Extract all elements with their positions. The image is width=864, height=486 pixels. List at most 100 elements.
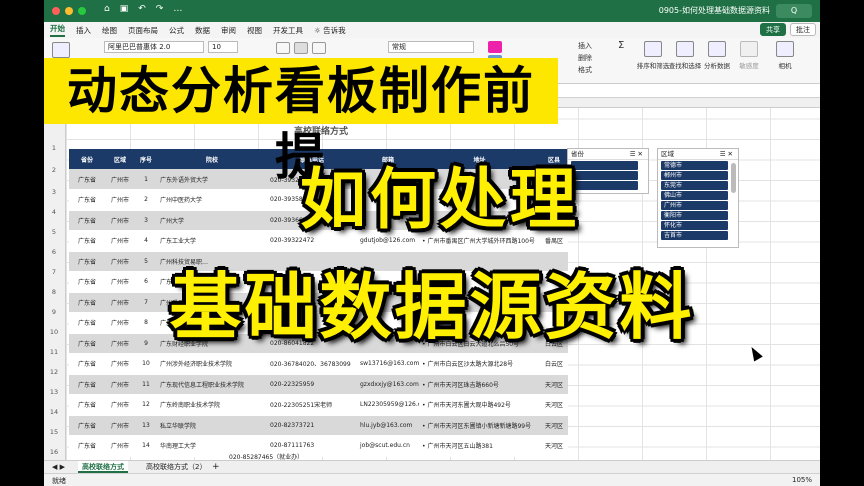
format-cells-button[interactable]: 格式 (578, 65, 592, 75)
tab-home[interactable]: 开始 (50, 23, 65, 37)
more-icon[interactable]: … (173, 4, 182, 14)
number-format-select[interactable]: 常规 (388, 41, 474, 53)
tell-me-label: 告诉我 (323, 25, 346, 35)
tab-developer[interactable]: 开发工具 (273, 25, 303, 36)
table-row[interactable]: 广东省 广州市 10 广州涉外经济职业技术学院 020-36784020、3678309… (69, 353, 568, 375)
window-controls[interactable] (52, 7, 86, 15)
lightbulb-icon: ☼ (314, 25, 324, 35)
sensitivity-icon[interactable] (740, 41, 758, 57)
table-row[interactable]: 广东省 广州市 12 广东岭南职业技术学院 020-22305251宋老师 LN22305… (69, 394, 568, 416)
table-cell[interactable]: 广东省 (69, 435, 105, 457)
sort-filter-icon[interactable] (644, 41, 662, 57)
sheet-nav-icon[interactable]: ◀ ▶ (48, 461, 69, 473)
table-cell[interactable]: 12 (135, 394, 157, 416)
row-number-12: 12 (49, 368, 59, 376)
table-cell[interactable]: 广州市 (105, 394, 135, 416)
table-cell[interactable]: 广东省 (69, 394, 105, 416)
table-cell[interactable]: 广州市 (105, 374, 135, 395)
maximize-icon[interactable] (78, 7, 86, 15)
align-top-icon[interactable] (276, 42, 290, 54)
insert-cells-button[interactable]: 插入 (578, 41, 592, 51)
table-cell[interactable]: 私立华联学院 (157, 415, 267, 436)
quick-access-toolbar: ⌂ ▣ ↶ ↷ … (104, 4, 182, 14)
sheet-tab-bar: ◀ ▶ 高校联络方式 高校联络方式（2） + (44, 460, 820, 473)
row-number-16: 16 (49, 448, 59, 456)
font-name-select[interactable]: 阿里巴巴普惠体 2.0 (104, 41, 204, 53)
table-cell[interactable]: • 广州市天河区五山路381 (419, 435, 540, 457)
tab-review[interactable]: 审阅 (221, 25, 236, 36)
table-cell[interactable]: 广州市 (105, 415, 135, 436)
delete-cells-button[interactable]: 删除 (578, 53, 592, 63)
tab-view[interactable]: 视图 (247, 25, 262, 36)
table-cell[interactable]: 广东现代信息工程职业技术学院 (157, 374, 267, 395)
headline-banner: 动态分析看板制作前提 (44, 58, 558, 186)
overlay-title-line-2: 基础数据源资料 (169, 265, 695, 349)
table-cell[interactable]: 广东省 (69, 374, 105, 395)
save-icon[interactable]: ▣ (120, 4, 129, 14)
align-bottom-icon[interactable] (312, 42, 326, 54)
home-icon[interactable]: ⌂ (104, 4, 110, 14)
table-cell[interactable]: 天河区 (540, 374, 568, 395)
sheet-tab-1[interactable]: 高校联络方式 (78, 461, 128, 473)
table-cell[interactable]: gzxdxxjy@163.com (357, 374, 419, 395)
table-cell[interactable]: sw13716@163.com (357, 353, 419, 375)
table-row[interactable]: 广东省 广州市 13 私立华联学院 020-82373721 hlu.jyb@163.co… (69, 415, 568, 436)
table-cell[interactable]: • 广州市天河东圃大观中路492号 (419, 394, 540, 416)
overlay-title-line-1: 如何处理 (300, 161, 580, 238)
table-cell[interactable]: 天河区 (540, 415, 568, 436)
paste-icon[interactable] (52, 42, 70, 58)
table-row[interactable]: 广东省 广州市 14 华南理工大学 020-87111763 job@scut.edu.c… (69, 435, 568, 457)
undo-icon[interactable]: ↶ (138, 4, 146, 14)
camera-label: 相机 (778, 62, 792, 70)
table-cell[interactable]: 广州市 (105, 435, 135, 457)
table-cell[interactable]: 10 (135, 353, 157, 375)
table-cell[interactable]: 天河区 (540, 435, 568, 457)
tab-formulas[interactable]: 公式 (169, 25, 184, 36)
table-cell[interactable]: 广州涉外经济职业技术学院 (157, 353, 267, 375)
tab-tell-me[interactable]: ☼ 告诉我 (314, 25, 346, 36)
search-icon[interactable]: Q (776, 4, 812, 18)
status-bar: 就绪 105% (44, 473, 820, 486)
table-cell[interactable]: 11 (135, 374, 157, 395)
camera-icon[interactable] (776, 41, 794, 57)
tab-data[interactable]: 数据 (195, 25, 210, 36)
tab-insert[interactable]: 插入 (76, 25, 91, 36)
table-cell[interactable]: 14 (135, 435, 157, 457)
table-cell[interactable]: 020-22305251宋老师 (267, 394, 357, 416)
font-size-select[interactable]: 10 (208, 41, 238, 53)
tab-page-layout[interactable]: 页面布局 (128, 25, 158, 36)
minimize-icon[interactable] (65, 7, 73, 15)
table-cell[interactable]: 白云区 (540, 353, 568, 375)
comment-button[interactable]: 批注 (790, 23, 816, 36)
table-cell[interactable]: 广东省 (69, 415, 105, 436)
align-middle-icon[interactable] (294, 42, 308, 54)
close-icon[interactable] (52, 7, 60, 15)
table-cell[interactable]: 020-82373721 (267, 415, 357, 436)
find-select-icon[interactable] (676, 41, 694, 57)
table-cell[interactable]: hlu.jyb@163.com (357, 415, 419, 436)
table-cell[interactable]: 广东岭南职业技术学院 (157, 394, 267, 416)
sheet-tab-2[interactable]: 高校联络方式（2） (142, 461, 210, 473)
sum-icon[interactable]: Σ (618, 40, 624, 51)
table-cell[interactable]: • 广州市天河区东圃镇小新塘新塘路99号 (419, 415, 540, 436)
conditional-format-icon[interactable] (488, 41, 502, 53)
table-cell[interactable]: 广东省 (69, 353, 105, 375)
row-number-14: 14 (49, 408, 59, 416)
redo-icon[interactable]: ↷ (156, 4, 164, 14)
table-cell[interactable]: 020-36784020、36783099 (267, 353, 357, 375)
table-cell[interactable]: job@scut.edu.cn (357, 435, 419, 457)
share-button[interactable]: 共享 (760, 23, 786, 36)
table-cell[interactable]: 13 (135, 415, 157, 436)
analyze-data-icon[interactable] (708, 41, 726, 57)
table-cell[interactable]: • 广州市白云区沙太路大源北28号 (419, 353, 540, 375)
add-sheet-icon[interactable]: + (208, 461, 224, 473)
table-cell[interactable]: 020-22325959 (267, 374, 357, 395)
table-cell[interactable]: • 广州市天河区珠吉路660号 (419, 374, 540, 395)
table-cell[interactable]: LN22305959@126.com (357, 394, 419, 416)
table-cell[interactable]: 天河区 (540, 394, 568, 416)
zoom-level[interactable]: 105% (792, 476, 812, 484)
row-number-15: 15 (49, 428, 59, 436)
table-cell[interactable]: 广州市 (105, 353, 135, 375)
table-row[interactable]: 广东省 广州市 11 广东现代信息工程职业技术学院 020-22325959 gzxdxx… (69, 374, 568, 395)
tab-draw[interactable]: 绘图 (102, 25, 117, 36)
